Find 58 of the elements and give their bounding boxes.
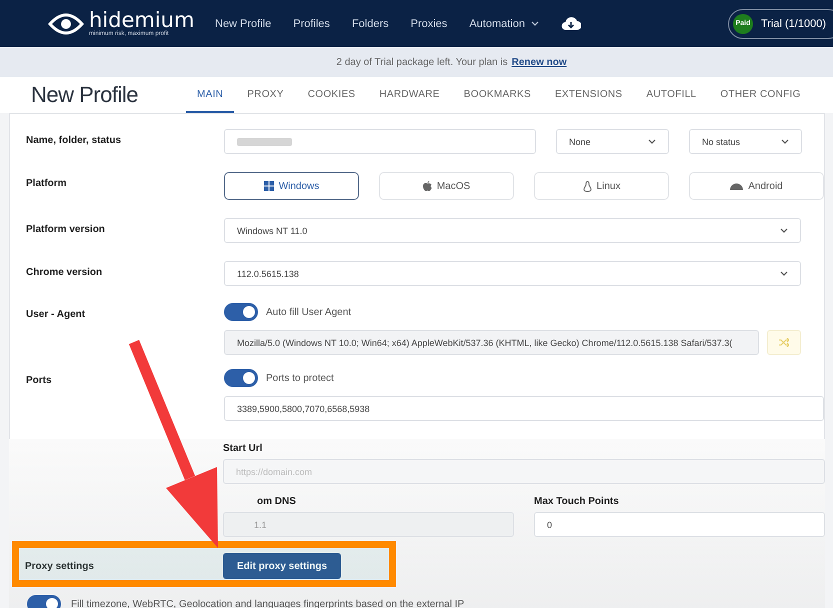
dns-input[interactable]: 1.1 [223,512,514,537]
field-label: Name, folder, status [25,134,122,146]
chevron-down-icon [648,138,656,144]
field-label: Proxy settings [24,560,95,572]
tab[interactable]: COOKIES [296,77,366,113]
start-url-input[interactable]: https://domain.com [223,459,825,484]
edit-proxy-button[interactable]: Edit proxy settings [223,553,342,579]
nav-link[interactable]: Folders [352,18,389,30]
chrome-version-select[interactable]: 112.0.5615.138 [224,261,801,286]
nav-link[interactable]: Automation [469,18,539,30]
android-icon [730,182,744,190]
blurred-text [237,138,292,146]
cloud-download-icon[interactable] [560,16,581,31]
chevron-down-icon [780,270,788,276]
field-label: om DNS [256,496,297,507]
banner-text: 2 day of Trial package left. Your plan is [336,56,508,68]
shuffle-icon [779,338,789,347]
nav-link[interactable]: Profiles [293,18,330,30]
tab[interactable]: HARDWARE [368,77,451,113]
toggle-label: Ports to protect [266,372,334,384]
name-input[interactable] [224,129,536,154]
chevron-down-icon [781,138,789,144]
field-label: User - Agent [25,308,86,320]
field-label: Chrome version [25,266,104,278]
logo-name: hidemium [89,10,194,31]
platform-button[interactable]: MacOS [379,172,514,200]
platform-button[interactable]: Windows [224,172,359,200]
tab[interactable]: OTHER CONFIG [709,77,812,113]
platform-button[interactable]: Linux [534,172,669,200]
status-select[interactable]: No status [689,129,802,154]
field-label: Platform version [25,223,106,235]
nav-link[interactable]: Proxies [410,18,448,30]
ports-input[interactable]: 3389,5900,5800,7070,6568,5938 [224,396,824,421]
user-agent-field[interactable]: Mozilla/5.0 (Windows NT 10.0; Win64; x64) AppleWebKit/537.36 (KHTML, like Gecko) Chrome/112.0.5615.138 Safari/537.3( [224,330,759,355]
plan-text: Trial (1/1000) [760,18,826,30]
renew-link[interactable]: Renew now [512,56,567,68]
field-label: Max Touch Points [534,496,620,507]
tab[interactable]: PROXY [236,77,295,113]
nav-link[interactable]: New Profile [215,18,272,30]
field-label: Ports [25,374,53,386]
folder-select[interactable]: None [556,129,669,154]
field-label: Start Url [223,443,264,454]
page-title: New Profile [31,82,139,108]
toggle-label: Auto fill User Agent [266,306,352,318]
max-touch-input[interactable]: 0 [534,512,825,537]
toggle-switch[interactable] [27,595,61,608]
apple-icon [422,181,432,191]
windows-icon [264,181,274,191]
chevron-down-icon [780,228,788,234]
tab[interactable]: EXTENSIONS [544,77,634,113]
field-label: Platform [25,177,68,189]
tab[interactable]: BOOKMARKS [452,77,542,113]
platform-version-select[interactable]: Windows NT 11.0 [224,218,801,243]
platform-button[interactable]: Android [689,172,824,200]
penguin-icon [582,180,592,192]
toggle-switch[interactable] [224,303,258,321]
toggle-switch[interactable] [224,369,258,387]
tab[interactable]: AUTOFILL [635,77,708,113]
